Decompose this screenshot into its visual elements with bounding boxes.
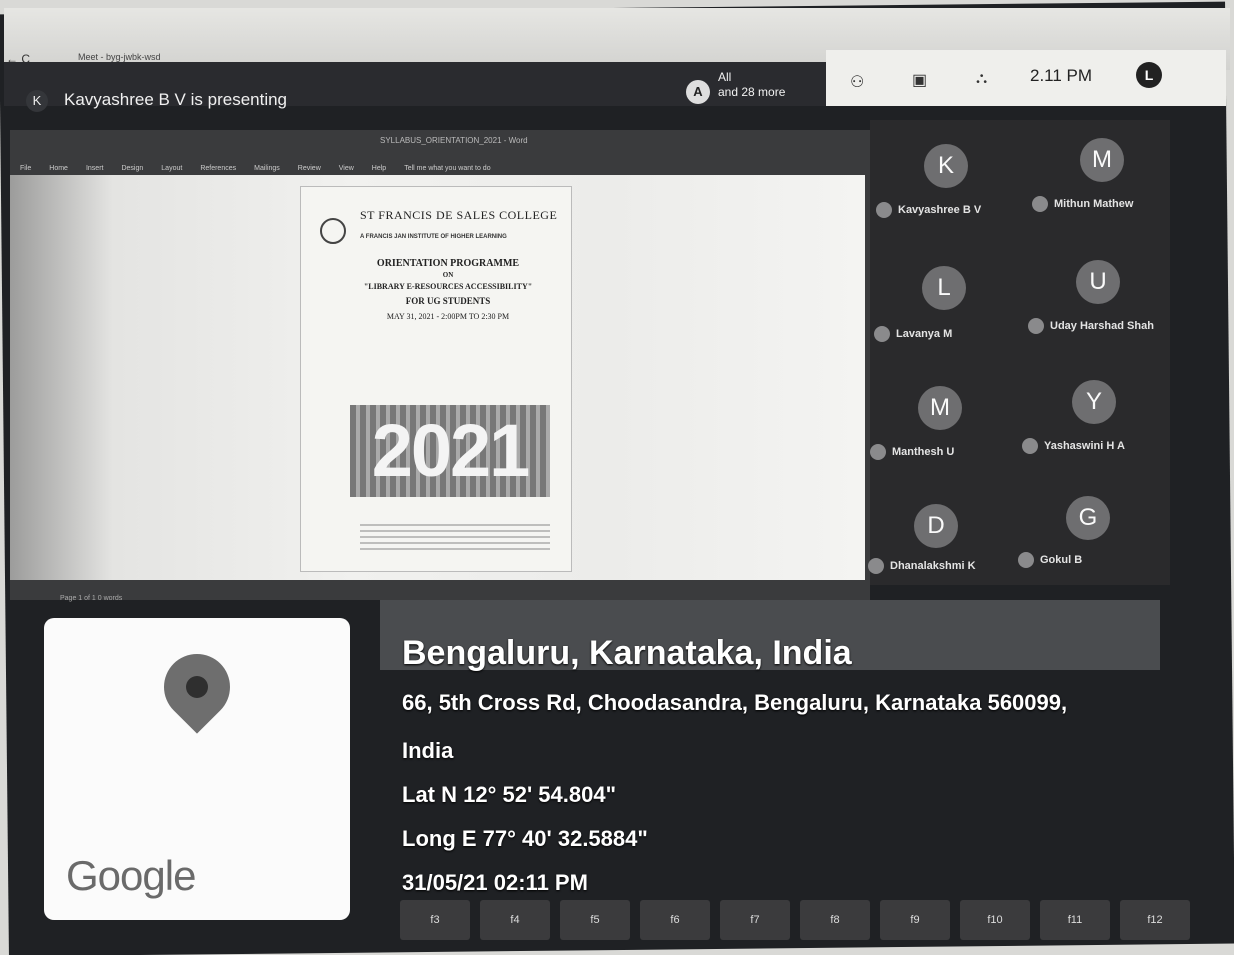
poster-heading-line: ON — [442, 271, 454, 279]
participant-avatar[interactable]: D — [914, 504, 958, 548]
poster-heading-line: "LIBRARY E-RESOURCES ACCESSIBILITY" — [363, 282, 533, 291]
participant-name: Lavanya M — [874, 326, 952, 342]
keyboard-key: f3 — [400, 900, 470, 940]
poster-college-name: ST FRANCIS DE SALES COLLEGE — [360, 208, 558, 222]
people-summary[interactable]: All and 28 more — [718, 70, 785, 100]
poster-subtitle: A FRANCIS JAN INSTITUTE OF HIGHER LEARNI… — [360, 234, 507, 240]
avatar[interactable]: L — [1136, 62, 1162, 88]
presenting-label: Kavyashree B V is presenting — [64, 90, 288, 109]
keyboard-key: f10 — [960, 900, 1030, 940]
people-avatar[interactable]: A — [686, 80, 710, 104]
location-title: Bengaluru, Karnataka, India — [402, 634, 852, 672]
poster-heading-line: MAY 31, 2021 - 2:00PM TO 2:30 PM — [386, 312, 510, 321]
mic-off-icon — [1032, 196, 1048, 212]
activities-icon[interactable]: ⛬ — [976, 70, 987, 88]
poster-footer — [360, 520, 550, 550]
google-logo: Google — [66, 852, 196, 899]
chat-icon[interactable]: ▣ — [912, 70, 927, 90]
tell-me-search[interactable]: Tell me what you want to do — [404, 165, 490, 172]
tab-title[interactable]: Meet - byg-jwbk-wsd — [78, 52, 161, 62]
keyboard-function-row: f3 f4 f5 f6 f7 f8 f9 f10 f11 f12 — [40, 900, 1230, 950]
tab-home[interactable]: Home — [49, 165, 68, 172]
people-summary-line1: All — [718, 70, 732, 84]
participant-name: Kavyashree B V — [876, 202, 981, 218]
longitude: Long E 77° 40' 32.5884" — [402, 826, 648, 851]
address-line: India — [402, 738, 454, 763]
participant-avatar[interactable]: G — [1066, 496, 1110, 540]
word-window-title: SYLLABUS_ORIENTATION_2021 - Word — [380, 136, 528, 145]
mic-off-icon — [1022, 438, 1038, 454]
keyboard-key: f8 — [800, 900, 870, 940]
keyboard-key: f11 — [1040, 900, 1110, 940]
poster-page — [300, 186, 572, 572]
participant-avatar[interactable]: K — [924, 144, 968, 188]
poster-heading: ORIENTATION PROGRAMME ON "LIBRARY E-RESO… — [348, 256, 548, 324]
participant-avatar[interactable]: Y — [1072, 380, 1116, 424]
address-line: 66, 5th Cross Rd, Choodasandra, Bengalur… — [402, 690, 1068, 715]
college-logo — [320, 218, 346, 244]
tab-file[interactable]: File — [20, 165, 31, 172]
poster-heading-line: FOR UG STUDENTS — [405, 296, 491, 306]
clock-time: 2.11 PM — [1030, 66, 1093, 85]
mic-off-icon — [1028, 318, 1044, 334]
keyboard-key: f5 — [560, 900, 630, 940]
participant-name: Mithun Mathew — [1032, 196, 1133, 212]
poster-year-graphic: 2021 — [350, 405, 550, 497]
participant-name: Yashaswini H A — [1022, 438, 1125, 454]
timestamp: 31/05/21 02:11 PM — [402, 870, 588, 895]
latitude: Lat N 12° 52' 54.804" — [402, 782, 617, 807]
mic-off-icon — [876, 202, 892, 218]
mic-off-icon — [1018, 552, 1034, 568]
participants-icon[interactable]: ⚇ — [850, 72, 864, 92]
participant-name: Manthesh U — [870, 444, 954, 460]
tab-review[interactable]: Review — [298, 165, 321, 172]
participant-name: Gokul B — [1018, 552, 1082, 568]
keyboard-key: f4 — [480, 900, 550, 940]
word-status-bar: Page 1 of 1 0 words — [60, 595, 123, 602]
tab-help[interactable]: Help — [372, 165, 386, 172]
participant-name: Uday Harshad Shah — [1028, 318, 1154, 334]
mic-off-icon — [874, 326, 890, 342]
participant-avatar[interactable]: M — [918, 386, 962, 430]
keyboard-key: f7 — [720, 900, 790, 940]
tab-references[interactable]: References — [200, 165, 236, 172]
word-ribbon-tabs: File Home Insert Design Layout Reference… — [20, 165, 491, 172]
mic-off-icon — [868, 558, 884, 574]
keyboard-key: f9 — [880, 900, 950, 940]
keyboard-key: f6 — [640, 900, 710, 940]
tab-design[interactable]: Design — [121, 165, 143, 172]
presenter-avatar: K — [26, 90, 48, 112]
poster-heading-line: ORIENTATION PROGRAMME — [376, 258, 520, 269]
participant-grid — [870, 120, 1170, 585]
tab-layout[interactable]: Layout — [161, 165, 182, 172]
participant-avatar[interactable]: M — [1080, 138, 1124, 182]
tab-mailings[interactable]: Mailings — [254, 165, 280, 172]
map-pin-dot — [186, 676, 208, 698]
participant-avatar[interactable]: U — [1076, 260, 1120, 304]
people-summary-line2: and 28 more — [718, 85, 786, 99]
tab-insert[interactable]: Insert — [86, 165, 104, 172]
participant-avatar[interactable]: L — [922, 266, 966, 310]
tab-view[interactable]: View — [339, 165, 354, 172]
mic-off-icon — [870, 444, 886, 460]
meet-controls-bar — [826, 50, 1226, 106]
keyboard-key: f12 — [1120, 900, 1190, 940]
participant-name: Dhanalakshmi K — [868, 558, 976, 574]
